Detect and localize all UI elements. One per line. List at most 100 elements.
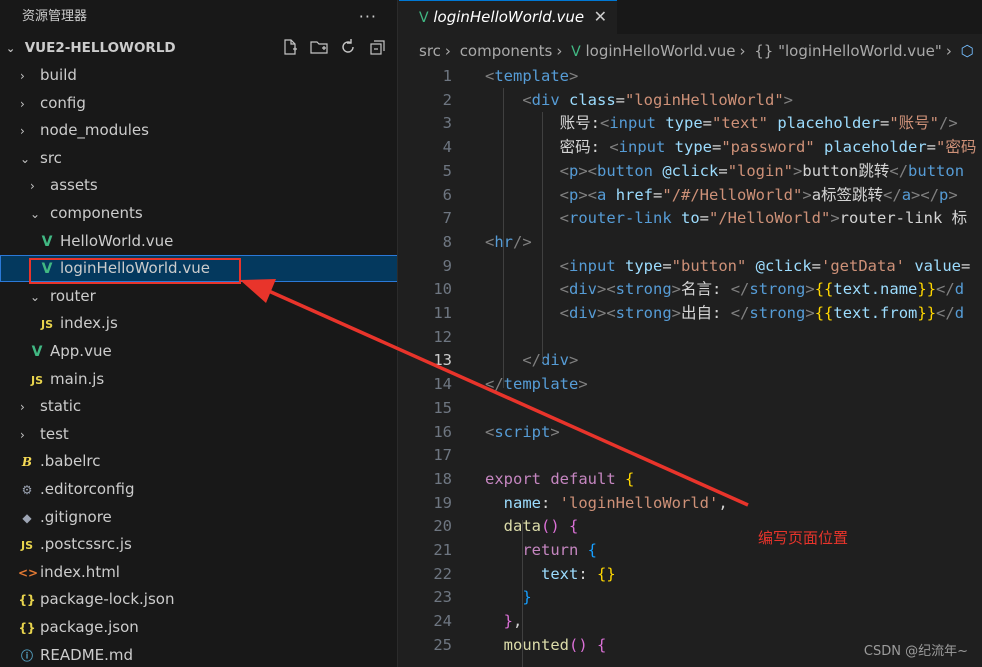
collapse-all-icon[interactable] <box>367 37 387 57</box>
project-header[interactable]: ⌄ VUE2-HELLOWORLD <box>0 34 397 62</box>
tree-item[interactable]: {} package.json <box>0 614 397 641</box>
code-token: }} <box>917 304 937 322</box>
code-line: 18 export default { <box>399 467 982 491</box>
js-file-icon: JS <box>40 318 53 332</box>
line-number: 6 <box>442 185 452 204</box>
line-number: 16 <box>433 422 452 441</box>
new-file-icon[interactable] <box>280 37 300 57</box>
line-number: 13 <box>433 351 452 370</box>
tree-item[interactable]: JS .postcssrc.js <box>0 531 397 558</box>
tree-item[interactable]: <> index.html <box>0 559 397 586</box>
tree-item[interactable]: ⌄ router <box>0 283 397 310</box>
code-token: { <box>624 469 635 488</box>
code-token: export default <box>485 469 625 488</box>
tree-item-label: loginHelloWorld.vue <box>60 259 210 278</box>
code-token: = <box>926 138 936 157</box>
tree-item[interactable]: ⓘ README.md <box>0 642 397 667</box>
tree-item[interactable]: › assets <box>0 172 397 199</box>
tree-item-label: build <box>40 66 77 84</box>
tree-item[interactable]: {} package-lock.json <box>0 586 397 613</box>
chevron-right-icon: › <box>739 42 746 60</box>
tree-item[interactable]: › config <box>0 90 397 117</box>
close-icon[interactable]: ✕ <box>594 1 607 33</box>
line-number: 8 <box>442 232 452 251</box>
code-token: "login" <box>727 161 794 180</box>
tree-item[interactable]: V HelloWorld.vue <box>0 228 397 255</box>
line-number: 4 <box>442 138 452 157</box>
code-token: , <box>513 612 523 631</box>
tree-item[interactable]: ⌄ components <box>0 200 397 227</box>
code-token: > <box>805 280 815 299</box>
code-token: = <box>811 256 822 275</box>
code-line: 14 </template> <box>399 372 982 396</box>
code-editor[interactable]: 1 <template> 2 <div class="loginHelloWorld… <box>399 64 982 667</box>
code-line: 11 <div><strong>出自: </strong>{{text.from… <box>399 301 982 325</box>
json-file-icon: {} <box>18 593 36 608</box>
tree-item[interactable]: › static <box>0 393 397 420</box>
line-number: 21 <box>433 541 452 559</box>
tree-item[interactable]: ⌄ src <box>0 145 397 172</box>
chevron-right-icon: › <box>556 42 563 60</box>
tree-item-label: README.md <box>40 645 134 664</box>
tree-item[interactable]: VloginHelloWorld.vue <box>0 255 397 283</box>
breadcrumb-symbol[interactable]: {} "loginHelloWorld.vue" <box>754 42 942 60</box>
tree-item-label: package.json <box>40 618 139 636</box>
code-token: { <box>587 541 597 559</box>
code-token: </ <box>883 185 902 204</box>
line-number: 25 <box>433 635 452 654</box>
new-folder-icon[interactable] <box>309 37 329 57</box>
tree-item[interactable]: B .babelrc <box>0 448 397 475</box>
code-text: mounted() { <box>485 633 607 657</box>
tree-item[interactable]: › build <box>0 62 397 89</box>
code-token: </ <box>522 351 541 370</box>
code-token: >< <box>578 185 598 204</box>
tree-item[interactable]: JS index.js <box>0 310 397 337</box>
code-token: p <box>569 161 579 180</box>
tab-loginhelloworld[interactable]: V loginHelloWorld.vue ✕ <box>399 0 617 34</box>
code-text: </div> <box>485 348 578 372</box>
code-token: < <box>559 280 569 299</box>
code-token: name <box>503 493 541 512</box>
refresh-icon[interactable] <box>338 37 358 57</box>
tree-item[interactable]: › node_modules <box>0 117 397 144</box>
code-token: d <box>954 304 965 322</box>
code-line: 8 <hr/> <box>399 230 982 254</box>
tree-item-label: package-lock.json <box>40 590 175 609</box>
code-token: input <box>569 256 625 275</box>
code-token: type <box>674 138 712 157</box>
breadcrumb-src[interactable]: src <box>419 42 441 60</box>
code-line: 6 <p><a href="/#/HelloWorld">a标签跳转</a></… <box>399 183 982 207</box>
tree-item[interactable]: ⚙ .editorconfig <box>0 476 397 503</box>
code-line: 7 <router-link to="/HelloWorld">router-l… <box>399 206 982 230</box>
code-token: div <box>569 280 597 299</box>
code-token: </ <box>485 375 504 394</box>
more-actions-icon[interactable]: ··· <box>359 0 377 34</box>
js-file-icon: JS <box>20 539 33 553</box>
code-text: name: 'loginHelloWorld', <box>485 491 728 515</box>
vue-file-icon: V <box>571 44 581 60</box>
code-text: <p><a href="/#/HelloWorld">a标签跳转</a></p> <box>485 183 958 207</box>
code-token: }} <box>917 280 937 299</box>
code-token: strong <box>615 280 672 299</box>
gear-icon: ⚙ <box>21 483 33 497</box>
tree-item[interactable]: V App.vue <box>0 338 397 365</box>
breadcrumb-file[interactable]: loginHelloWorld.vue <box>586 42 736 60</box>
explorer-sidebar: 资源管理器 ··· ⌄ VUE2-HELLOWORLD › build › confi… <box>0 0 398 667</box>
tree-item[interactable]: ◆ .gitignore <box>0 504 397 531</box>
tree-item[interactable]: › test <box>0 421 397 448</box>
code-token: 密码: <box>559 138 610 157</box>
breadcrumb-components[interactable]: components <box>460 42 553 60</box>
code-token: {{ <box>814 280 834 299</box>
tree-item[interactable]: JS main.js <box>0 366 397 393</box>
code-line: 9 <input type="button" @click='getData' … <box>399 254 982 278</box>
chevron-right-icon: › <box>20 69 25 83</box>
code-token: = <box>615 90 626 109</box>
code-token: {{ <box>814 304 834 322</box>
code-token: to <box>680 209 700 228</box>
code-token: "账号" <box>889 114 940 133</box>
code-token: input <box>609 114 666 133</box>
